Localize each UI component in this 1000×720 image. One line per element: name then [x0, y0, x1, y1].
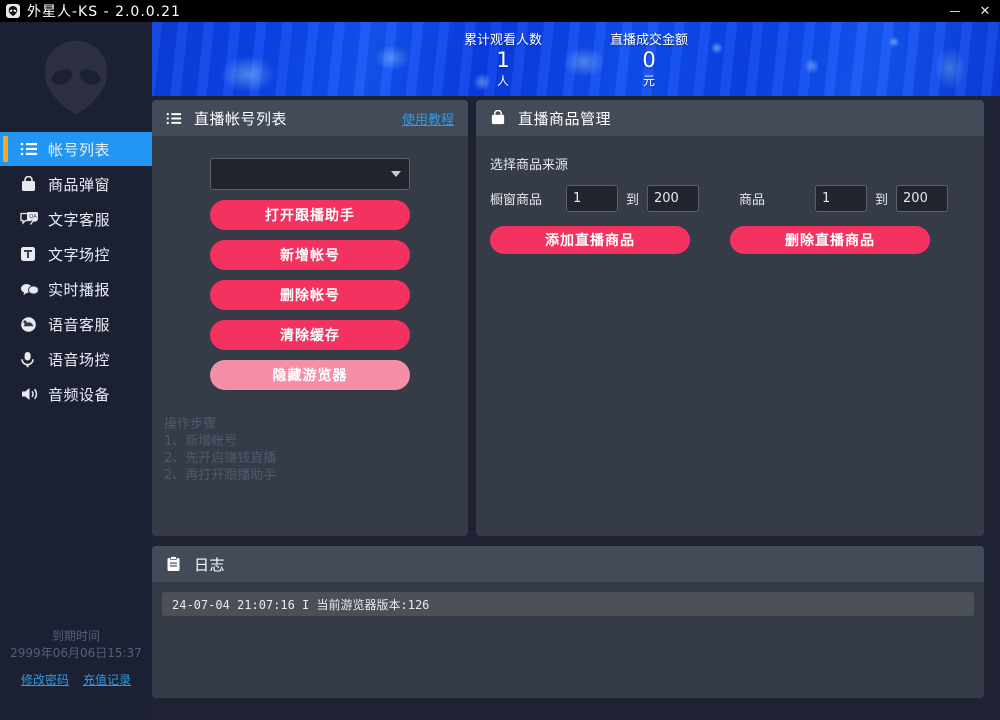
- sidebar-item-label: 实时播报: [48, 280, 111, 299]
- live-banner: 累计观看人数 1 人 直播成交金额 0 元: [152, 22, 1000, 96]
- expiry-label: 到期时间: [51, 629, 100, 643]
- sidebar-item-label: 语音客服: [48, 315, 111, 334]
- sidebar-item-voice-control[interactable]: 语音场控: [0, 342, 152, 376]
- operation-steps: 操作步骤 1、新增帐号 2、先开启赚钱直播 2、再打开跟播助手: [164, 416, 276, 484]
- sidebar-item-label: 语音场控: [48, 350, 111, 369]
- usage-tutorial-link[interactable]: 使用教程: [402, 109, 454, 128]
- showcase-range-group: 橱窗商品 1 到 200: [490, 185, 700, 212]
- accounts-panel-body: 打开跟播助手 新增帐号 删除帐号 清除缓存 隐藏游览器 操作步骤 1、新增帐号 …: [152, 136, 468, 484]
- bag-icon: [490, 110, 510, 126]
- goods-range-row: 橱窗商品 1 到 200 商品 1 到 200: [490, 185, 970, 212]
- window-title: 外星人-KS - 2.0.0.21: [27, 4, 181, 20]
- text-box-icon: [20, 244, 42, 264]
- title-bar: 外星人-KS - 2.0.0.21 ✕: [0, 0, 1000, 22]
- accounts-panel-title: 直播帐号列表: [194, 109, 288, 128]
- sidebar-links: 修改密码 充值记录: [0, 671, 152, 688]
- sidebar-item-product-popup[interactable]: 商品弹窗: [0, 167, 152, 201]
- accounts-panel-header: 直播帐号列表 使用教程: [152, 100, 468, 136]
- list-icon: [166, 112, 186, 125]
- window-controls: ✕: [940, 0, 1000, 22]
- svg-text:QA: QA: [29, 214, 37, 220]
- sidebar-item-text-control[interactable]: 文字场控: [0, 237, 152, 271]
- goods-buttons: 添加直播商品 删除直播商品: [490, 226, 970, 254]
- app-window: 外星人-KS - 2.0.0.21 ✕ 帐号列表 商品弹窗 QA 文字客服 文字…: [0, 0, 1000, 720]
- close-button[interactable]: ✕: [970, 0, 1000, 22]
- product-range-label: 商品: [739, 193, 766, 208]
- change-password-link[interactable]: 修改密码: [21, 671, 69, 688]
- step-title: 操作步骤: [164, 417, 217, 432]
- sidebar-item-account-list[interactable]: 帐号列表: [0, 132, 152, 166]
- stat-value: 1: [496, 48, 510, 72]
- showcase-range-label: 橱窗商品: [490, 193, 543, 208]
- product-to-input[interactable]: 200: [896, 185, 949, 212]
- log-panel-title: 日志: [194, 555, 226, 574]
- alien-icon: [6, 4, 20, 18]
- sidebar-item-label: 音频设备: [48, 385, 111, 404]
- goods-source-label: 选择商品来源: [490, 158, 569, 173]
- sidebar-item-text-service[interactable]: QA 文字客服: [0, 202, 152, 236]
- log-entry: 24-07-04 21:07:16 I 当前游览器版本:126: [162, 592, 974, 616]
- product-range-group: 商品 1 到 200: [739, 185, 949, 212]
- speech-bubbles-icon: [20, 279, 42, 299]
- sidebar-item-live-broadcast[interactable]: 实时播报: [0, 272, 152, 306]
- stat-unit: 元: [642, 74, 655, 88]
- stat-unit: 人: [496, 74, 509, 88]
- account-select[interactable]: [210, 158, 410, 190]
- banner-stats: 累计观看人数 1 人 直播成交金额 0 元: [152, 22, 1000, 96]
- step-item: 1、新增帐号: [164, 434, 238, 449]
- stat-label: 直播成交金额: [609, 33, 688, 48]
- open-assistant-button[interactable]: 打开跟播助手: [210, 200, 410, 230]
- log-panel-header: 日志: [152, 546, 984, 582]
- chat-qa-icon: QA: [20, 209, 42, 229]
- expiry-value: 2999年06月06日15:37: [10, 646, 142, 660]
- stat-value: 0: [642, 48, 656, 72]
- product-from-input[interactable]: 1: [815, 185, 868, 212]
- microphone-icon: [20, 349, 42, 369]
- bag-icon: [20, 174, 42, 194]
- goods-panel-header: 直播商品管理: [476, 100, 984, 136]
- delete-account-button[interactable]: 删除帐号: [210, 280, 410, 310]
- alien-logo: [0, 22, 152, 132]
- sidebar: 帐号列表 商品弹窗 QA 文字客服 文字场控 实时播报 语音客服 语音场控 音频…: [0, 22, 152, 720]
- add-account-button[interactable]: 新增帐号: [210, 240, 410, 270]
- clear-cache-button[interactable]: 清除缓存: [210, 320, 410, 350]
- goods-panel-body: 选择商品来源 橱窗商品 1 到 200 商品 1 到 200 添加直播商品 删除…: [476, 136, 984, 254]
- step-item: 2、再打开跟播助手: [164, 468, 277, 483]
- stat-label: 累计观看人数: [463, 33, 542, 48]
- showcase-to-input[interactable]: 200: [647, 185, 700, 212]
- minimize-button[interactable]: [940, 0, 970, 22]
- step-item: 2、先开启赚钱直播: [164, 451, 277, 466]
- accounts-panel: 直播帐号列表 使用教程 打开跟播助手 新增帐号 删除帐号 清除缓存 隐藏游览器 …: [152, 100, 468, 536]
- headset-icon: [20, 314, 42, 334]
- clipboard-icon: [166, 556, 186, 572]
- sidebar-item-voice-service[interactable]: 语音客服: [0, 307, 152, 341]
- sidebar-item-label: 商品弹窗: [48, 175, 111, 194]
- recharge-records-link[interactable]: 充值记录: [83, 671, 131, 688]
- sidebar-item-label: 文字客服: [48, 210, 111, 229]
- sidebar-item-audio-device[interactable]: 音频设备: [0, 377, 152, 411]
- goods-panel-title: 直播商品管理: [518, 109, 612, 128]
- sidebar-nav: 帐号列表 商品弹窗 QA 文字客服 文字场控 实时播报 语音客服 语音场控 音频…: [0, 132, 152, 411]
- stat-sales: 直播成交金额 0 元: [594, 29, 704, 89]
- add-live-product-button[interactable]: 添加直播商品: [490, 226, 690, 254]
- showcase-to-label: 到: [626, 193, 640, 208]
- log-panel: 日志 24-07-04 21:07:16 I 当前游览器版本:126: [152, 546, 984, 698]
- sidebar-item-label: 帐号列表: [48, 140, 111, 159]
- list-icon: [20, 139, 42, 159]
- speaker-icon: [20, 384, 42, 404]
- chevron-down-icon: [391, 171, 401, 177]
- log-panel-body[interactable]: 24-07-04 21:07:16 I 当前游览器版本:126: [152, 582, 984, 626]
- sidebar-item-label: 文字场控: [48, 245, 111, 264]
- product-to-label: 到: [875, 193, 889, 208]
- delete-live-product-button[interactable]: 删除直播商品: [730, 226, 930, 254]
- expiry-info: 到期时间 2999年06月06日15:37: [0, 628, 152, 662]
- hide-browser-button[interactable]: 隐藏游览器: [210, 360, 410, 390]
- showcase-from-input[interactable]: 1: [566, 185, 618, 212]
- stat-viewers: 累计观看人数 1 人: [448, 29, 558, 89]
- goods-panel: 直播商品管理 选择商品来源 橱窗商品 1 到 200 商品 1 到 200 添加…: [476, 100, 984, 536]
